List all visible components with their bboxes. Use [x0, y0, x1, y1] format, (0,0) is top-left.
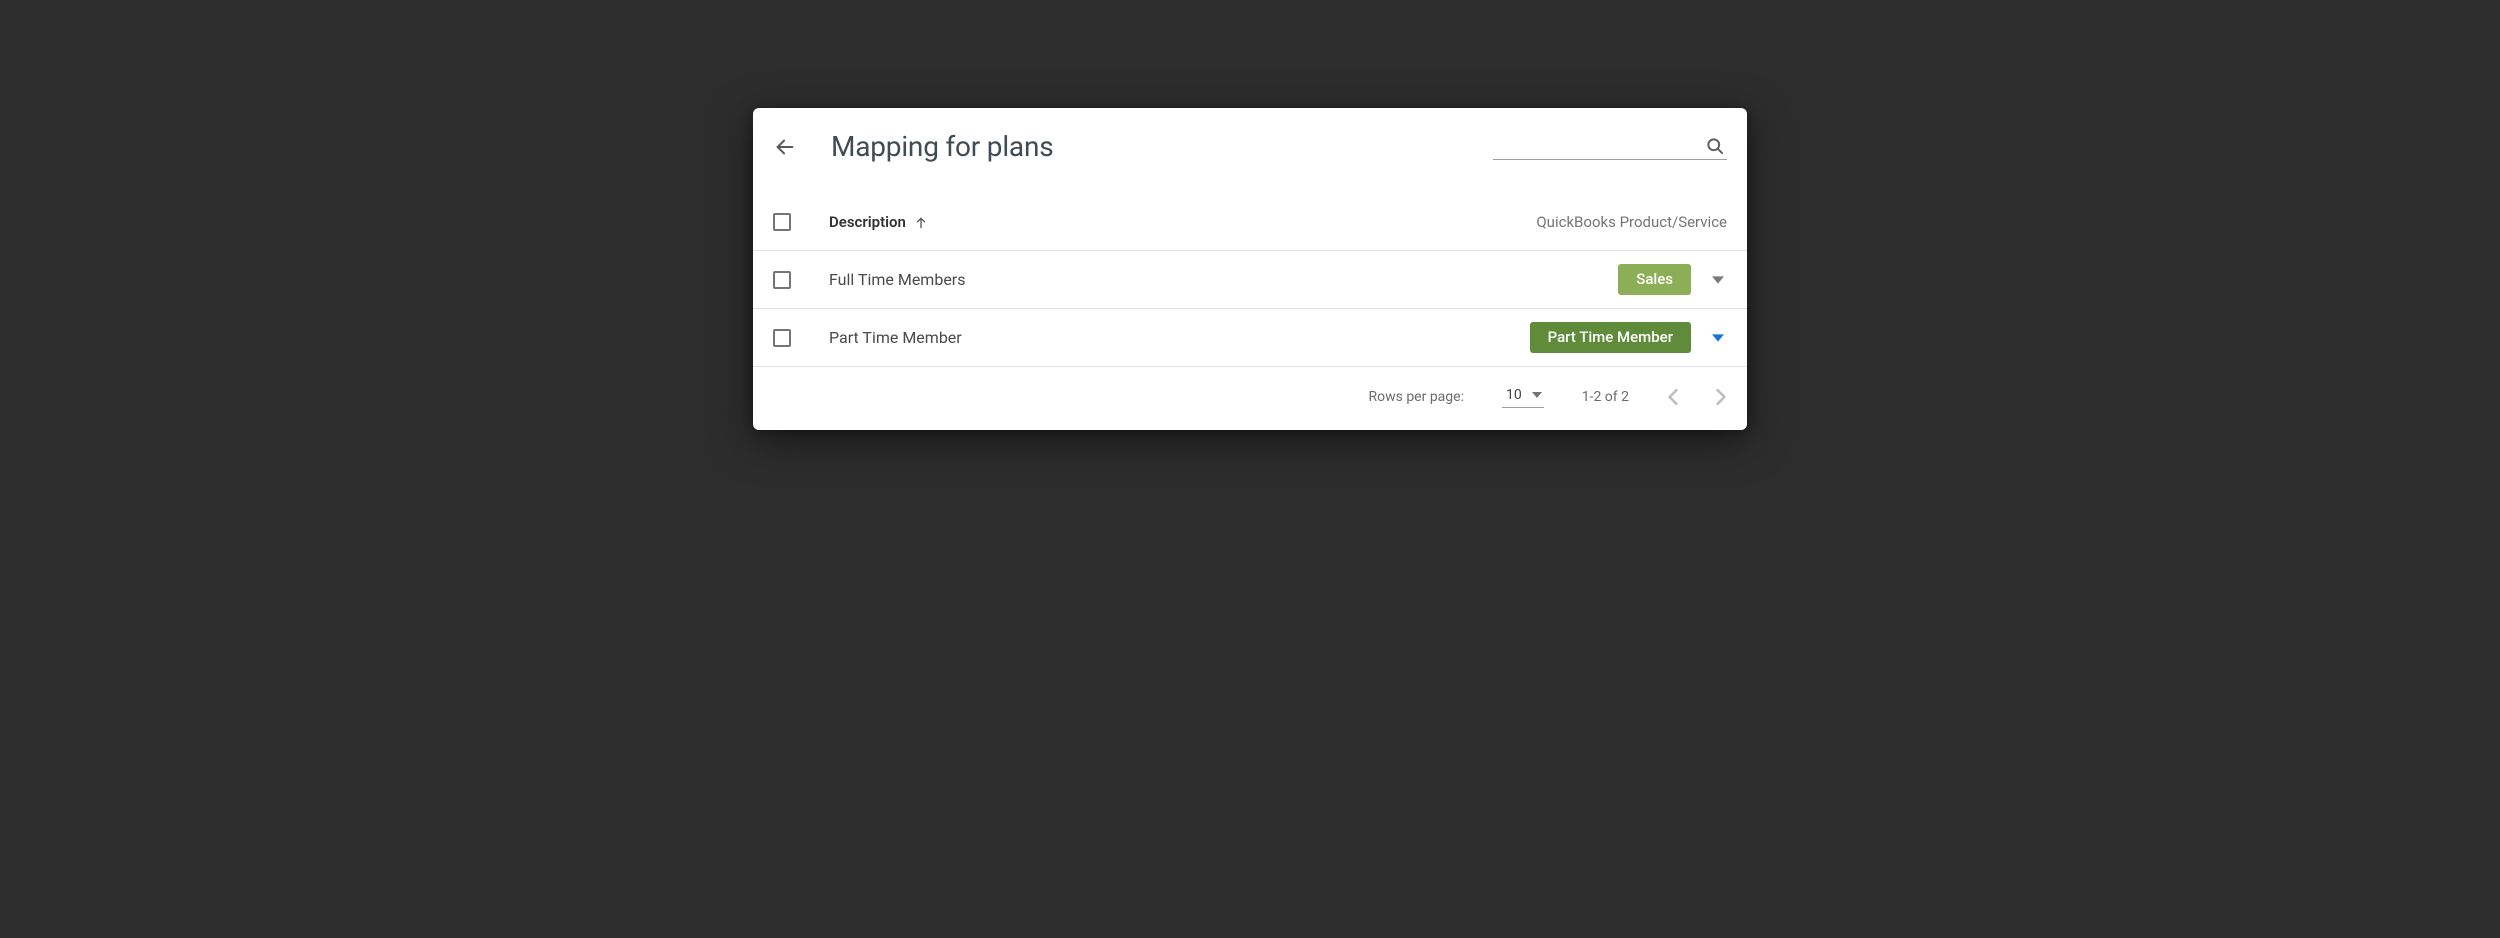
row-description: Full Time Members	[829, 270, 1618, 289]
select-all-cell	[773, 213, 829, 231]
column-header-description-label: Description	[829, 213, 906, 231]
row-checkbox[interactable]	[773, 329, 791, 347]
row-description: Part Time Member	[829, 328, 1530, 347]
rows-per-page-select[interactable]: 10	[1502, 385, 1544, 408]
row-menu-button[interactable]	[1709, 332, 1727, 344]
rows-per-page-label: Rows per page:	[1368, 389, 1463, 405]
next-page-button[interactable]	[1715, 389, 1727, 405]
caret-down-icon	[1712, 274, 1724, 286]
chevron-left-icon	[1667, 389, 1679, 405]
search-field	[1493, 134, 1727, 160]
column-header-description[interactable]: Description	[829, 213, 1536, 231]
search-input[interactable]	[1493, 134, 1727, 160]
table-row: Full Time Members Sales	[753, 251, 1747, 309]
select-all-checkbox[interactable]	[773, 213, 791, 231]
page-nav	[1667, 389, 1727, 405]
rows-per-page-value: 10	[1506, 387, 1522, 403]
table-row: Part Time Member Part Time Member	[753, 309, 1747, 367]
caret-down-icon	[1712, 332, 1724, 344]
arrow-left-icon	[774, 136, 796, 158]
back-button[interactable]	[773, 135, 797, 159]
row-select-cell	[773, 329, 829, 347]
row-select-cell	[773, 271, 829, 289]
product-chip[interactable]: Part Time Member	[1530, 322, 1691, 353]
page-range-label: 1-2 of 2	[1582, 389, 1629, 405]
row-menu-button[interactable]	[1709, 274, 1727, 286]
row-checkbox[interactable]	[773, 271, 791, 289]
row-product-cell: Part Time Member	[1530, 322, 1727, 353]
table-header-row: Description QuickBooks Product/Service	[753, 193, 1747, 251]
row-product-cell: Sales	[1618, 264, 1727, 295]
mapping-card: Mapping for plans Description QuickBooks…	[753, 108, 1747, 430]
caret-down-icon	[1532, 390, 1542, 400]
card-header: Mapping for plans	[753, 108, 1747, 193]
chevron-right-icon	[1715, 389, 1727, 405]
sort-ascending-icon	[914, 216, 928, 230]
pagination-bar: Rows per page: 10 1-2 of 2	[753, 367, 1747, 430]
prev-page-button[interactable]	[1667, 389, 1679, 405]
column-header-product: QuickBooks Product/Service	[1536, 213, 1727, 231]
page-title: Mapping for plans	[831, 130, 1053, 163]
mapping-table: Description QuickBooks Product/Service F…	[753, 193, 1747, 367]
product-chip[interactable]: Sales	[1618, 264, 1691, 295]
